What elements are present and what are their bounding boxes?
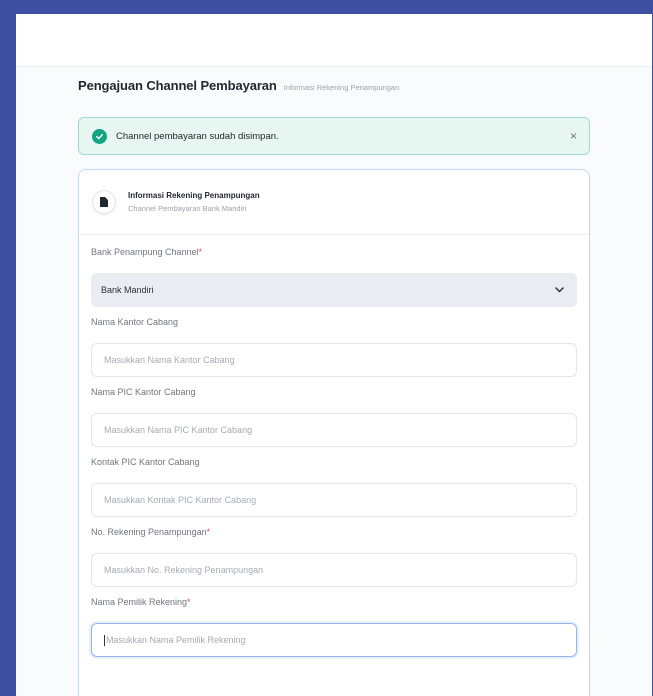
- card-subtitle: Channel Pembayaran Bank Mandiri: [128, 204, 247, 213]
- branch-name-label: Nama Kantor Cabang: [91, 317, 179, 327]
- account-number-placeholder: Masukkan No. Rekening Penampungan: [104, 565, 264, 575]
- owner-name-input[interactable]: Masukkan Nama Pemilik Rekening: [91, 623, 577, 657]
- required-mark: *: [187, 597, 191, 607]
- pic-name-placeholder: Masukkan Nama PIC Kantor Cabang: [104, 425, 253, 435]
- bank-field: Bank Penampung Channel* Bank Mandiri: [91, 247, 577, 307]
- owner-name-field: Nama Pemilik Rekening* Masukkan Nama Pem…: [91, 597, 577, 657]
- account-form: Bank Penampung Channel* Bank Mandiri Nam…: [79, 235, 589, 657]
- chevron-down-icon: [555, 285, 564, 295]
- pic-contact-placeholder: Masukkan Kontak PIC Kantor Cabang: [104, 495, 257, 505]
- bank-select[interactable]: Bank Mandiri: [91, 273, 577, 307]
- pic-name-input[interactable]: Masukkan Nama PIC Kantor Cabang: [91, 413, 577, 447]
- page-header: Pengajuan Channel Pembayaran Informasi R…: [78, 78, 590, 100]
- account-number-input[interactable]: Masukkan No. Rekening Penampungan: [91, 553, 577, 587]
- account-number-label: No. Rekening Penampungan*: [91, 527, 211, 537]
- success-alert: Channel pembayaran sudah disimpan. ×: [78, 117, 590, 155]
- branch-name-input[interactable]: Masukkan Nama Kantor Cabang: [91, 343, 577, 377]
- card-title: Informasi Rekening Penampungan: [128, 191, 260, 200]
- owner-name-placeholder: Masukkan Nama Pemilik Rekening: [106, 635, 246, 645]
- text-caret: [104, 634, 105, 646]
- check-circle-icon: [92, 128, 107, 144]
- document-icon: [93, 191, 115, 213]
- bank-select-value: Bank Mandiri: [101, 285, 154, 295]
- account-card: Informasi Rekening Penampungan Channel P…: [78, 169, 590, 696]
- page-title: Pengajuan Channel Pembayaran: [78, 78, 277, 93]
- pic-contact-label: Kontak PIC Kantor Cabang: [91, 457, 200, 467]
- top-bar: [16, 14, 652, 67]
- pic-contact-input[interactable]: Masukkan Kontak PIC Kantor Cabang: [91, 483, 577, 517]
- bank-label: Bank Penampung Channel*: [91, 247, 203, 257]
- main-content: Pengajuan Channel Pembayaran Informasi R…: [78, 78, 590, 696]
- owner-name-label: Nama Pemilik Rekening*: [91, 597, 191, 607]
- branch-name-field: Nama Kantor Cabang Masukkan Nama Kantor …: [91, 317, 577, 377]
- close-icon[interactable]: ×: [570, 130, 577, 142]
- pic-name-field: Nama PIC Kantor Cabang Masukkan Nama PIC…: [91, 387, 577, 447]
- alert-message: Channel pembayaran sudah disimpan.: [116, 130, 279, 142]
- branch-name-placeholder: Masukkan Nama Kantor Cabang: [104, 355, 235, 365]
- required-mark: *: [198, 247, 203, 257]
- page-subtitle: Informasi Rekening Penampungan: [283, 83, 400, 92]
- card-header: Informasi Rekening Penampungan Channel P…: [79, 170, 589, 235]
- required-mark: *: [206, 527, 211, 537]
- pic-contact-field: Kontak PIC Kantor Cabang Masukkan Kontak…: [91, 457, 577, 517]
- app-window: Pengajuan Channel Pembayaran Informasi R…: [16, 14, 652, 696]
- account-number-field: No. Rekening Penampungan* Masukkan No. R…: [91, 527, 577, 587]
- pic-name-label: Nama PIC Kantor Cabang: [91, 387, 196, 397]
